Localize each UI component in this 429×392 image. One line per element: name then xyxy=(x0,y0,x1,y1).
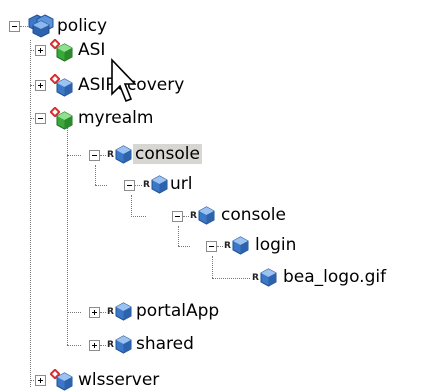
resource-cube-icon xyxy=(198,206,215,225)
resource-badge: R xyxy=(252,273,259,283)
resource-cube-icon xyxy=(260,268,277,287)
tree-connector xyxy=(100,345,106,346)
realm-cube-icon xyxy=(56,78,73,97)
resource-cube-icon xyxy=(115,145,132,164)
resource-cube-icon xyxy=(151,175,168,194)
tree-connector xyxy=(131,216,146,217)
expand-toggle-asirecovery[interactable] xyxy=(35,80,46,91)
policy-tree: policy ASI ASIRecovery myrealm R console… xyxy=(0,0,429,392)
tree-connector xyxy=(67,345,81,346)
tree-connector xyxy=(67,312,81,313)
tree-connector xyxy=(183,216,189,217)
tree-connector xyxy=(178,226,179,246)
collapse-toggle-login[interactable] xyxy=(206,241,217,252)
resource-badge: R xyxy=(107,340,114,350)
realm-cube-icon xyxy=(56,372,73,391)
tree-connector xyxy=(178,246,190,247)
tree-connector xyxy=(131,195,132,217)
tree-node-label[interactable]: ASI xyxy=(76,40,107,60)
realm-cube-icon xyxy=(56,43,73,62)
resource-badge: R xyxy=(143,180,150,190)
tree-node-label[interactable]: portalApp xyxy=(134,301,221,321)
tree-node-label[interactable]: myrealm xyxy=(76,108,155,128)
resource-cube-icon xyxy=(115,335,132,354)
collapse-toggle-url[interactable] xyxy=(124,180,135,191)
tree-connector xyxy=(135,185,142,186)
expand-toggle-asi[interactable] xyxy=(35,45,46,56)
resource-badge: R xyxy=(224,241,231,251)
tree-connector xyxy=(20,26,28,27)
resource-badge: R xyxy=(190,211,197,221)
expand-toggle-wlsserver[interactable] xyxy=(35,375,46,386)
tree-node-label[interactable]: url xyxy=(168,174,195,194)
tree-connector xyxy=(67,155,81,156)
tree-node-label[interactable]: console xyxy=(219,205,288,225)
tree-connector xyxy=(212,256,213,278)
tree-connector xyxy=(30,40,31,387)
tree-connector xyxy=(217,246,223,247)
collapse-toggle-policy[interactable] xyxy=(9,21,20,32)
tree-node-label[interactable]: shared xyxy=(134,334,196,354)
policy-group-icon xyxy=(28,14,54,38)
tree-node-label[interactable]: policy xyxy=(55,16,109,36)
tree-node-label[interactable]: bea_logo.gif xyxy=(281,267,388,287)
collapse-toggle-myrealm[interactable] xyxy=(35,113,46,124)
realm-cube-icon xyxy=(56,111,73,130)
resource-badge: R xyxy=(107,307,114,317)
resource-cube-icon xyxy=(115,302,132,321)
tree-node-label[interactable]: wlsserver xyxy=(76,370,161,390)
tree-connector xyxy=(100,312,106,313)
collapse-toggle-console-nested[interactable] xyxy=(172,211,183,222)
tree-node-label[interactable]: console xyxy=(133,144,202,164)
tree-node-label[interactable]: login xyxy=(253,235,298,255)
tree-connector xyxy=(212,278,250,279)
mouse-pointer-icon xyxy=(111,58,136,103)
tree-connector xyxy=(95,165,96,185)
expand-toggle-portalapp[interactable] xyxy=(89,307,100,318)
tree-connector xyxy=(95,185,107,186)
collapse-toggle-console[interactable] xyxy=(89,150,100,161)
resource-cube-icon xyxy=(232,236,249,255)
resource-badge: R xyxy=(107,150,114,160)
expand-toggle-shared[interactable] xyxy=(89,340,100,351)
tree-connector xyxy=(100,155,106,156)
